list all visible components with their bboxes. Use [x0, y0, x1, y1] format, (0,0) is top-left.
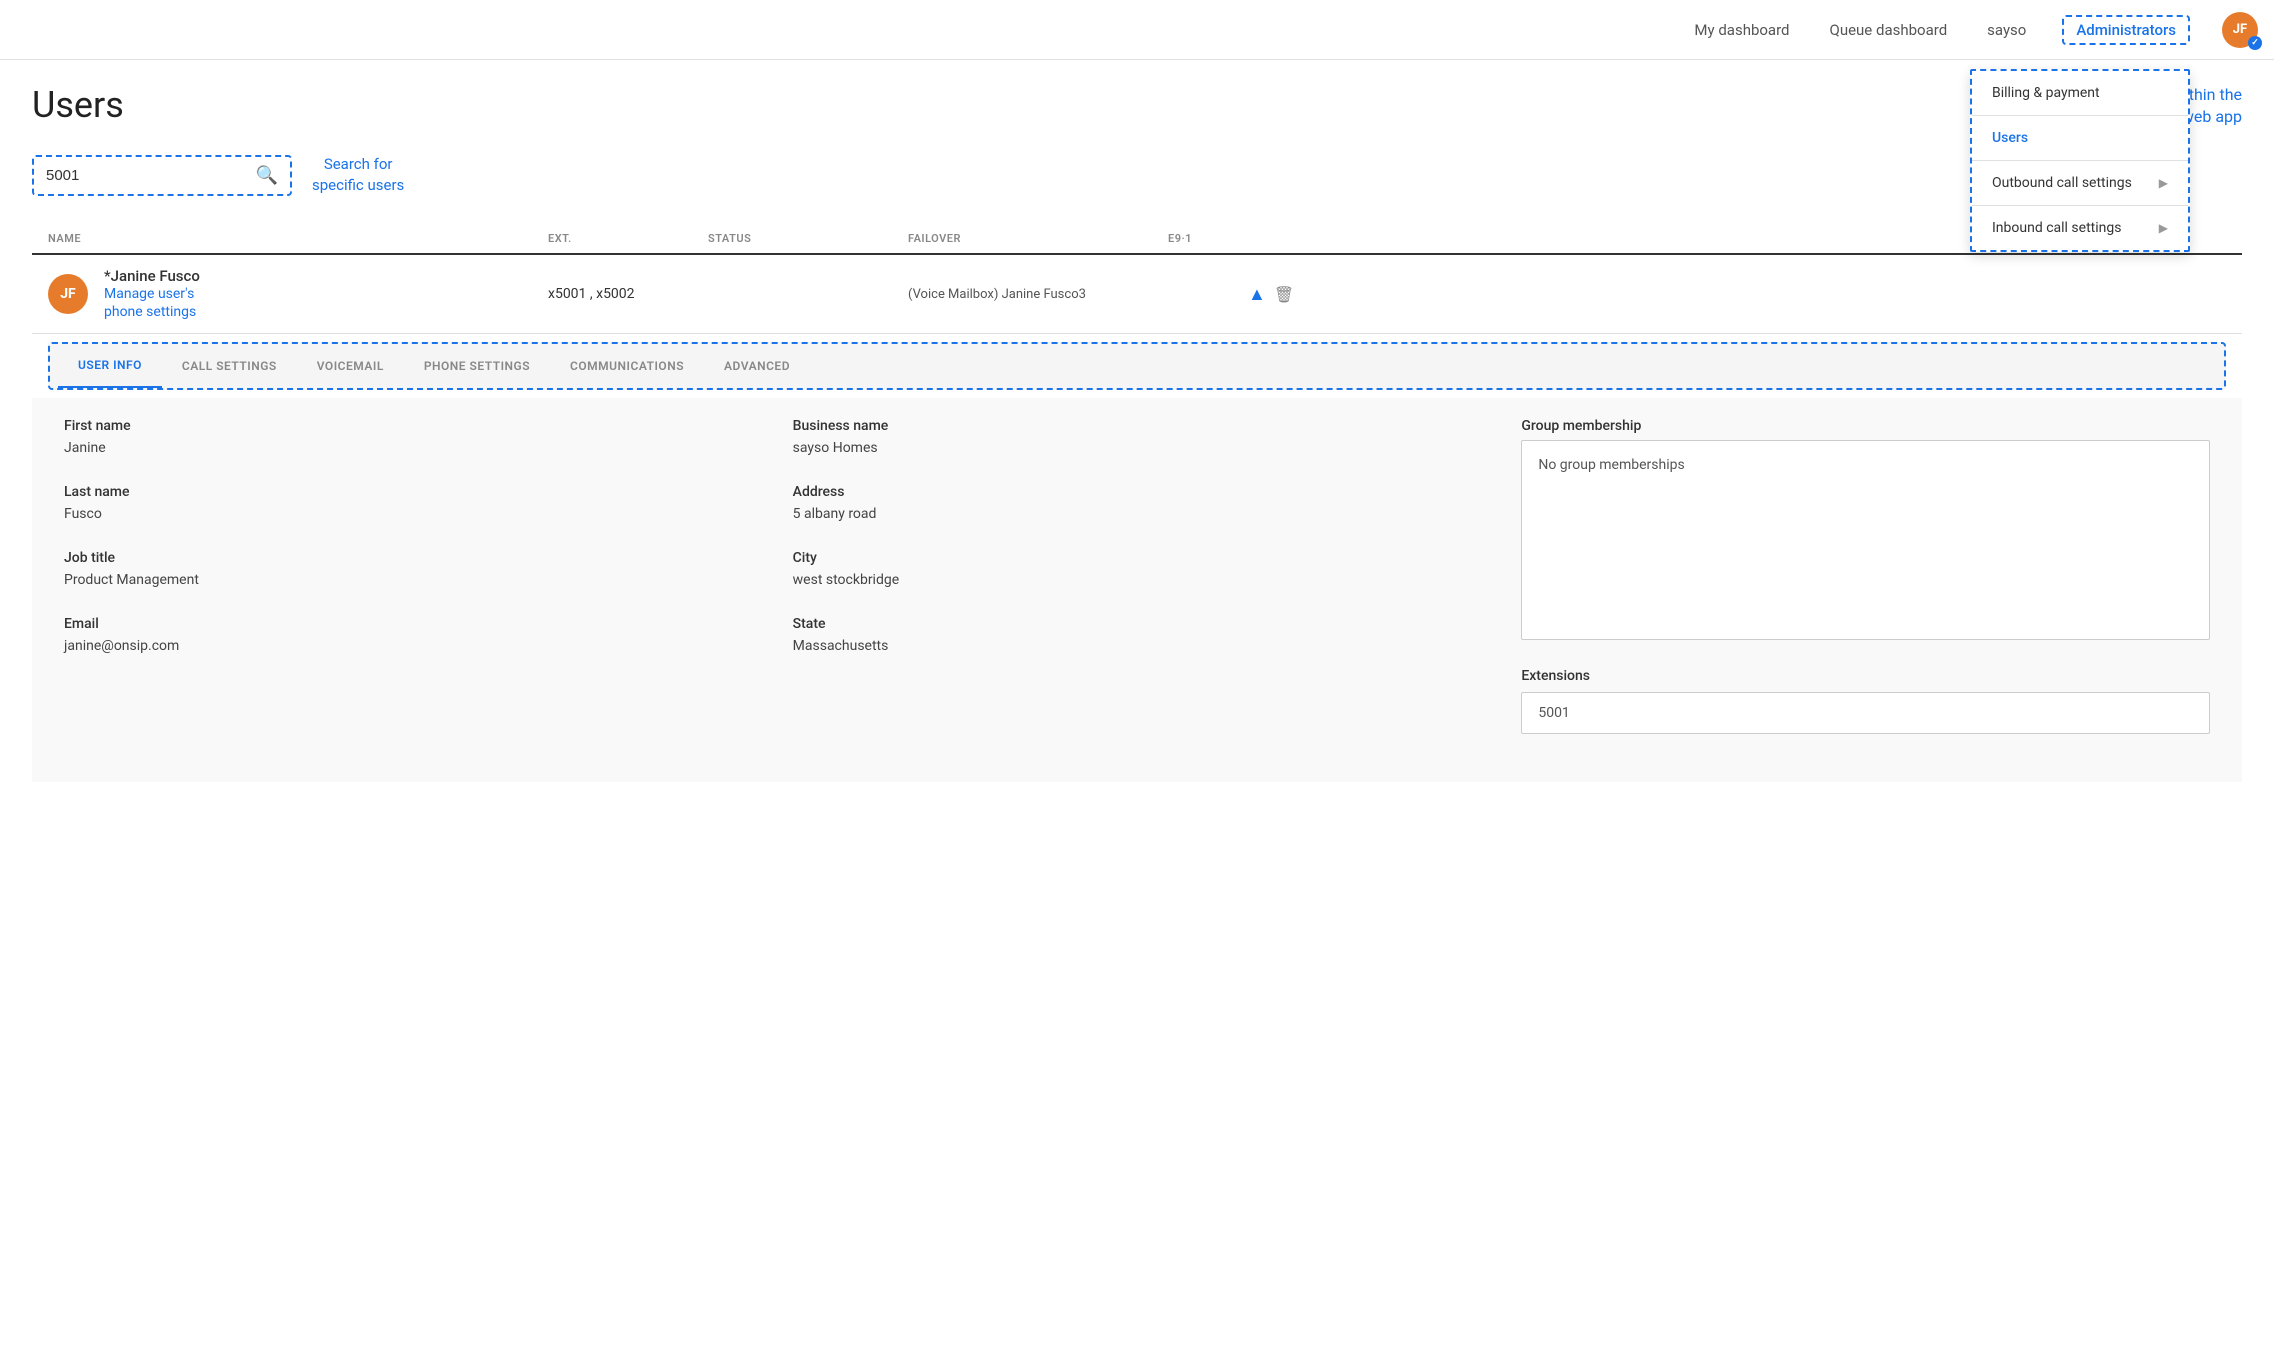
dropdown-inbound[interactable]: Inbound call settings ▶	[1972, 206, 2188, 250]
user-info-section: First name Janine Last name Fusco Job ti…	[32, 398, 2242, 782]
business-name-field: Business name sayso Homes	[793, 418, 1482, 456]
last-name-field: Last name Fusco	[64, 484, 753, 522]
email-label: Email	[64, 616, 753, 632]
chevron-right-icon: ▶	[2159, 176, 2168, 190]
nav-administrators-wrapper[interactable]: Administrators Billing & payment Users O…	[2062, 15, 2190, 45]
page-title: Users	[32, 84, 124, 126]
sub-tabs: USER INFO CALL SETTINGS VOICEMAIL PHONE …	[50, 344, 2224, 388]
avatar-check-badge: ✓	[2248, 36, 2262, 50]
nav-sayso[interactable]: sayso	[1983, 13, 2030, 47]
user-row-janine: JF *Janine Fusco Manage user's phone set…	[32, 255, 2242, 334]
tab-voicemail[interactable]: VOICEMAIL	[297, 345, 404, 387]
table-header: NAME EXT. STATUS FAILOVER E9·1	[32, 224, 2242, 255]
tab-phone-settings[interactable]: PHONE SETTINGS	[404, 345, 550, 387]
avatar-initials: JF	[2233, 22, 2247, 37]
dropdown-outbound[interactable]: Outbound call settings ▶	[1972, 161, 2188, 205]
job-title-field: Job title Product Management	[64, 550, 753, 588]
dropdown-billing[interactable]: Billing & payment	[1972, 71, 2188, 115]
user-name: *Janine Fusco	[104, 267, 200, 285]
address-value: 5 albany road	[793, 506, 1482, 522]
user-info-col3: Group membership No group memberships Ex…	[1521, 418, 2210, 762]
state-value: Massachusetts	[793, 638, 1482, 654]
job-title-value: Product Management	[64, 572, 753, 588]
col-actions	[1248, 232, 1308, 245]
page-content: Users Navigation within the OnSIP web ap…	[0, 60, 2274, 806]
tab-communications[interactable]: COMMUNICATIONS	[550, 345, 704, 387]
chevron-right-icon-2: ▶	[2159, 221, 2168, 235]
group-membership-field: Group membership No group memberships	[1521, 418, 2210, 640]
tab-call-settings[interactable]: CALL SETTINGS	[162, 345, 297, 387]
address-label: Address	[793, 484, 1482, 500]
avatar: JF	[48, 274, 88, 314]
col-name: NAME	[48, 232, 548, 245]
col-e911: E9·1	[1168, 232, 1248, 245]
table-row: JF *Janine Fusco Manage user's phone set…	[32, 255, 2242, 782]
city-label: City	[793, 550, 1482, 566]
search-box: 🔍	[32, 155, 292, 196]
email-field: Email janine@onsip.com	[64, 616, 753, 654]
manage-user-link[interactable]: Manage user's phone settings	[104, 285, 200, 321]
city-field: City west stockbridge	[793, 550, 1482, 588]
extensions-value: 5001	[1538, 705, 1569, 721]
search-icon[interactable]: 🔍	[256, 165, 278, 186]
business-name-label: Business name	[793, 418, 1482, 434]
state-field: State Massachusetts	[793, 616, 1482, 654]
first-name-field: First name Janine	[64, 418, 753, 456]
user-extensions: x5001 , x5002	[548, 286, 708, 302]
nav-my-dashboard[interactable]: My dashboard	[1690, 13, 1793, 47]
tab-user-info[interactable]: USER INFO	[58, 344, 162, 388]
last-name-value: Fusco	[64, 506, 753, 522]
user-info-col1: First name Janine Last name Fusco Job ti…	[64, 418, 753, 762]
city-value: west stockbridge	[793, 572, 1482, 588]
extensions-box: 5001	[1521, 692, 2210, 734]
email-value: janine@onsip.com	[64, 638, 753, 654]
group-membership-box: No group memberships	[1521, 440, 2210, 640]
search-label: Search for specific users	[312, 154, 404, 196]
col-failover: FAILOVER	[908, 232, 1168, 245]
user-name-info: *Janine Fusco Manage user's phone settin…	[104, 267, 200, 321]
job-title-label: Job title	[64, 550, 753, 566]
search-row: 🔍 Search for specific users	[32, 154, 2242, 196]
business-name-value: sayso Homes	[793, 440, 1482, 456]
nav-administrators[interactable]: Administrators	[2076, 21, 2176, 39]
extensions-label: Extensions	[1521, 668, 2210, 684]
user-info-col2: Business name sayso Homes Address 5 alba…	[793, 418, 1482, 762]
group-membership-empty: No group memberships	[1538, 457, 1684, 473]
first-name-label: First name	[64, 418, 753, 434]
user-actions: ▲ 🗑	[1248, 284, 1308, 305]
nav-queue-dashboard[interactable]: Queue dashboard	[1826, 13, 1952, 47]
admin-dropdown: Billing & payment Users Outbound call se…	[1970, 69, 2190, 252]
tab-advanced[interactable]: ADVANCED	[704, 345, 810, 387]
delete-user-icon[interactable]: 🗑	[1274, 285, 1294, 304]
address-field: Address 5 albany road	[793, 484, 1482, 522]
last-name-label: Last name	[64, 484, 753, 500]
user-name-cell: JF *Janine Fusco Manage user's phone set…	[48, 267, 548, 321]
avatar[interactable]: JF ✓	[2222, 12, 2258, 48]
col-status: STATUS	[708, 232, 908, 245]
dropdown-users[interactable]: Users	[1972, 116, 2188, 160]
group-membership-label: Group membership	[1521, 418, 2210, 434]
extensions-field: Extensions 5001	[1521, 668, 2210, 734]
search-input[interactable]	[46, 167, 248, 184]
user-failover: (Voice Mailbox) Janine Fusco3	[908, 287, 1168, 302]
collapse-icon[interactable]: ▲	[1248, 284, 1266, 305]
sub-tabs-wrapper: USER INFO CALL SETTINGS VOICEMAIL PHONE …	[48, 342, 2226, 390]
col-ext: EXT.	[548, 232, 708, 245]
state-label: State	[793, 616, 1482, 632]
top-navigation: My dashboard Queue dashboard sayso Admin…	[0, 0, 2274, 60]
first-name-value: Janine	[64, 440, 753, 456]
